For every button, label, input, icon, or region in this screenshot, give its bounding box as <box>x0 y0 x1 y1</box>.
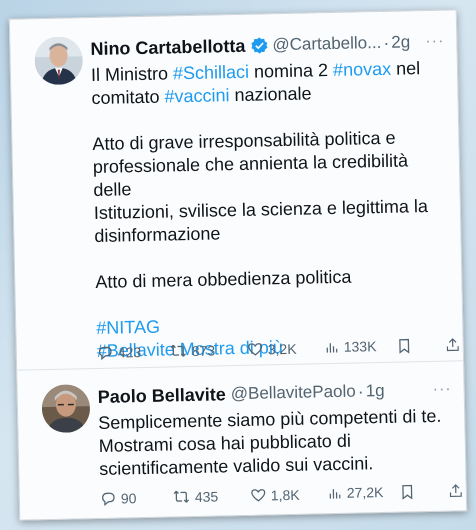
timestamp[interactable]: 1g <box>366 381 385 401</box>
tweet-text: Semplicemente siamo più competenti di te… <box>98 405 451 481</box>
share-icon <box>446 338 459 352</box>
author-name[interactable]: Paolo Bellavite <box>98 384 226 408</box>
reply-button[interactable]: 90 <box>100 489 137 507</box>
like-button[interactable]: 3,2K <box>247 340 297 358</box>
reply-button[interactable]: 423 <box>97 343 142 361</box>
views-chart-icon <box>329 488 341 499</box>
retweet-icon <box>173 490 189 503</box>
more-options-icon[interactable]: ··· <box>425 33 444 51</box>
hashtag-novax[interactable]: #novax <box>333 59 391 80</box>
text-segment: Il Ministro <box>90 63 174 86</box>
hashtag-schillaci[interactable]: #Schillaci <box>173 62 249 84</box>
bookmark-button[interactable] <box>397 337 412 354</box>
like-count: 1,8K <box>270 486 300 503</box>
verified-badge-icon <box>250 36 268 54</box>
timestamp[interactable]: 2g <box>391 32 410 52</box>
views-button[interactable]: 133K <box>325 338 377 355</box>
action-bar: 90 435 1,8K 27,2K <box>100 483 462 512</box>
text-segment: nomina 2 <box>248 59 334 82</box>
views-button[interactable]: 27,2K <box>328 484 384 501</box>
hashtag-nitag[interactable]: #NITAG <box>96 317 160 338</box>
like-button[interactable]: 1,8K <box>250 486 300 504</box>
tweet-text: Il Ministro #Schillaci nomina 2 #novax n… <box>91 57 449 363</box>
tweet-cartabellotta[interactable]: Nino Cartabellotta @Cartabello... · 2g ·… <box>10 22 459 361</box>
bookmark-icon <box>402 484 413 500</box>
heart-icon <box>248 343 263 356</box>
retweet-button[interactable]: 873 <box>169 341 216 359</box>
text-segment: nel <box>390 58 421 79</box>
retweet-count: 435 <box>194 487 219 505</box>
bookmark-icon <box>399 338 410 354</box>
author-handle[interactable]: @Cartabello... <box>272 33 381 55</box>
avatar[interactable] <box>34 36 84 86</box>
text-segment: comitato <box>91 86 165 109</box>
views-count: 133K <box>343 338 377 355</box>
separator-dot: · <box>383 32 390 53</box>
more-options-icon[interactable]: ··· <box>432 381 451 399</box>
reply-icon <box>102 492 115 507</box>
text-line: professionale che annienta la credibilit… <box>92 150 409 201</box>
separator-dot: · <box>357 380 364 402</box>
share-icon <box>449 484 462 498</box>
avatar[interactable] <box>41 384 91 434</box>
like-count: 3,2K <box>267 340 297 357</box>
retweet-button[interactable]: 435 <box>172 487 219 505</box>
views-count: 27,2K <box>346 484 384 501</box>
author-handle[interactable]: @BellavitePaolo <box>231 382 356 405</box>
screenshot-card: Nino Cartabellotta @Cartabello... · 2g ·… <box>8 9 468 521</box>
retweet-count: 873 <box>191 341 216 359</box>
text-segment: nazionale <box>229 83 312 106</box>
heart-icon <box>251 489 266 502</box>
share-button[interactable] <box>448 482 464 499</box>
retweet-icon <box>170 344 186 357</box>
tweet-bellavite[interactable]: Paolo Bellavite @BellavitePaolo · 1g ···… <box>17 370 463 507</box>
bookmark-button[interactable] <box>400 483 415 500</box>
reply-count: 423 <box>117 343 142 361</box>
share-button[interactable] <box>445 336 461 353</box>
author-name[interactable]: Nino Cartabellotta <box>90 35 245 59</box>
reply-count: 90 <box>120 489 137 507</box>
reply-icon <box>98 346 112 361</box>
hashtag-vaccini[interactable]: #vaccini <box>164 85 229 106</box>
views-chart-icon <box>326 342 338 353</box>
